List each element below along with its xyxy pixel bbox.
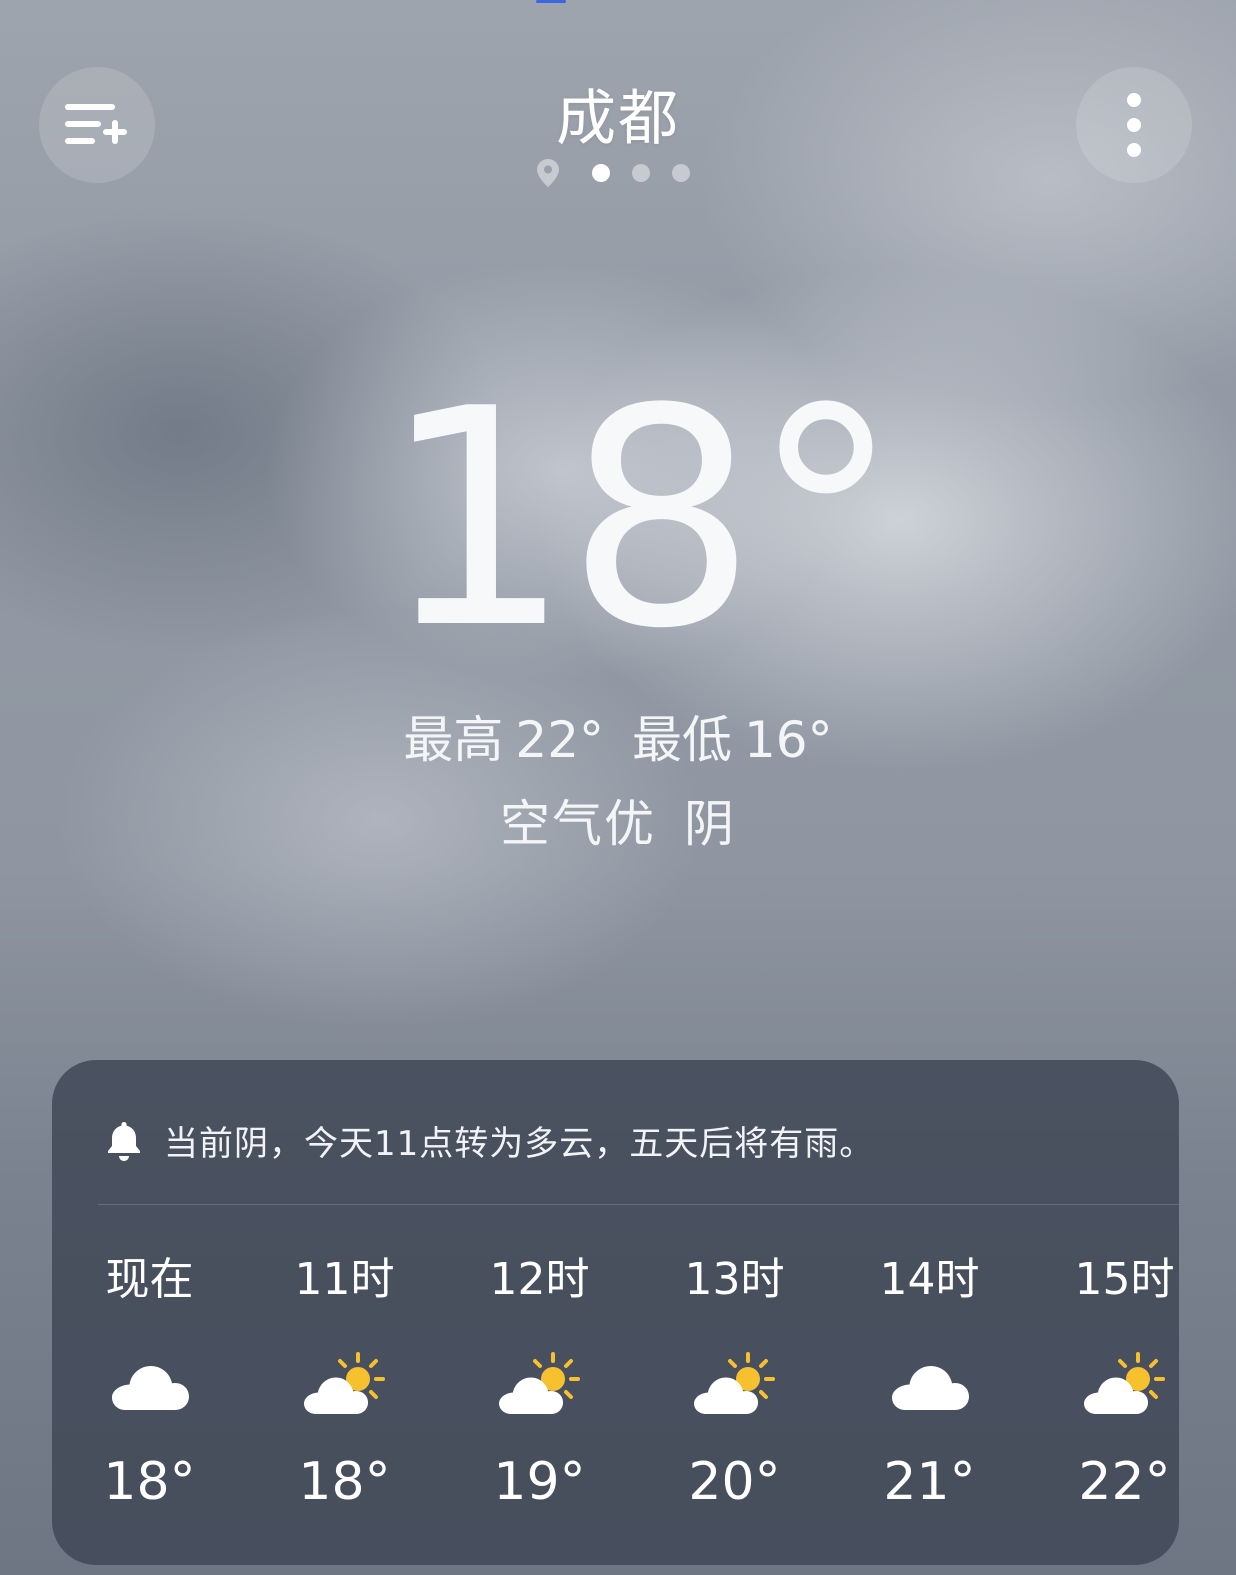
hour-label: 12时 (489, 1254, 590, 1305)
weather-notice[interactable]: 当前阴，今天11点转为多云，五天后将有雨。 (102, 1110, 1149, 1170)
hour-label: 13时 (684, 1254, 785, 1305)
hour-label: 现在 (105, 1254, 194, 1305)
hour-temp: 22° (1078, 1452, 1171, 1512)
high-label: 最高 (403, 711, 504, 769)
weather-condition: 阴 (684, 795, 736, 853)
cloud-icon (111, 1366, 189, 1410)
page-dot (672, 164, 690, 182)
hour-item[interactable]: 12时 19° (442, 1250, 637, 1550)
hour-item[interactable]: 13时 20° (637, 1250, 832, 1550)
partly-cloudy-icon (1083, 1352, 1165, 1414)
high-value: 22° (515, 711, 605, 769)
low-value: 16° (743, 711, 833, 769)
hour-item[interactable]: 11时 18° (247, 1250, 442, 1550)
air-quality[interactable]: 空气优 (500, 795, 656, 853)
hourly-list[interactable]: 现在 18° 11时 18° 12时 19° 13时 20° 14时 21° 1… (52, 1250, 1179, 1550)
hour-temp: 18° (298, 1452, 391, 1512)
hour-item[interactable]: 现在 18° (52, 1250, 247, 1550)
hour-temp: 21° (883, 1452, 976, 1512)
hour-label: 15时 (1074, 1254, 1175, 1305)
hour-label: 14时 (879, 1254, 980, 1305)
low-label: 最低 (631, 711, 732, 769)
page-indicator (0, 158, 1236, 188)
top-indicator (536, 0, 566, 3)
hour-temp: 19° (493, 1452, 586, 1512)
hour-temp: 18° (103, 1452, 196, 1512)
location-pin-icon (537, 159, 559, 187)
hour-item[interactable]: 14时 21° (832, 1250, 1027, 1550)
hour-item[interactable]: 15时 22° (1027, 1250, 1179, 1550)
page-dot (592, 164, 610, 182)
city-title[interactable]: 成都 (0, 70, 1236, 157)
bell-icon (108, 1122, 140, 1161)
air-quality-condition[interactable]: 空气优阴 (0, 784, 1236, 856)
hour-temp: 20° (688, 1452, 781, 1512)
hourly-forecast-card[interactable]: 当前阴，今天11点转为多云，五天后将有雨。 现在 18° 11时 18° 12时… (52, 1060, 1179, 1565)
hour-label: 11时 (294, 1254, 395, 1305)
partly-cloudy-icon (303, 1352, 385, 1414)
notice-text: 当前阴，今天11点转为多云，五天后将有雨。 (164, 1123, 875, 1164)
current-temperature: 18° (381, 345, 901, 694)
divider (98, 1204, 1179, 1205)
partly-cloudy-icon (498, 1352, 580, 1414)
page-dot (632, 164, 650, 182)
partly-cloudy-icon (693, 1352, 775, 1414)
cloud-icon (891, 1366, 969, 1410)
high-low-temperature: 最高 22° 最低 16° (0, 700, 1236, 772)
